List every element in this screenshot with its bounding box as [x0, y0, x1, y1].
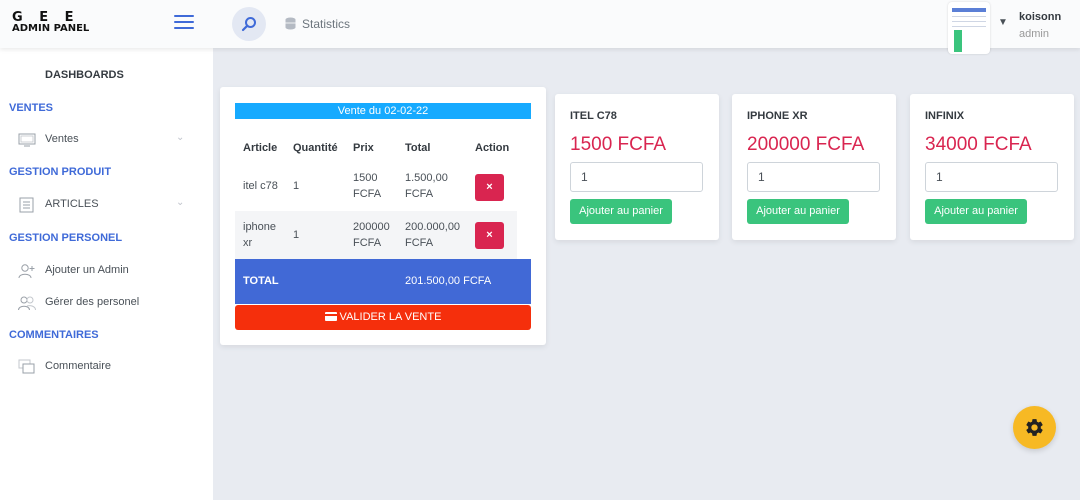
hamburger-bar	[174, 15, 194, 17]
table-header: Article Quantité Prix Total Action	[235, 132, 517, 162]
avatar-thumbnail-line	[952, 21, 986, 22]
cell-quantite: 1	[293, 180, 300, 192]
sidebar-item-label: Ventes	[45, 133, 79, 145]
cell-prix-unit: FCFA	[353, 188, 382, 200]
chevron-down-icon: ⌄	[176, 197, 185, 208]
delete-row-button[interactable]: ×	[475, 174, 504, 201]
add-to-cart-button[interactable]: Ajouter au panier	[747, 199, 849, 224]
avatar[interactable]	[948, 2, 990, 54]
sidebar: DASHBOARDS VENTES Ventes ⌄ GESTION PRODU…	[0, 48, 213, 500]
cell-total-unit: FCFA	[405, 237, 434, 249]
product-card-infinix: INFINIX 34000 FCFA Ajouter au panier	[910, 94, 1074, 240]
product-card-itel-c78: ITEL C78 1500 FCFA Ajouter au panier	[555, 94, 719, 240]
monitor-icon	[18, 133, 36, 147]
cell-article: iphone	[243, 221, 277, 233]
user-name: koisonn	[1019, 11, 1062, 23]
column-header-article: Article	[243, 142, 278, 154]
cell-article-line-2: xr	[243, 237, 253, 249]
sidebar-section-ventes: VENTES	[9, 102, 54, 114]
sidebar-item-label: Gérer des personel	[45, 296, 140, 308]
product-price: 200000 FCFA	[747, 134, 865, 155]
app-logo[interactable]: G E E ADMIN PANEL	[12, 10, 102, 34]
settings-button[interactable]	[1013, 406, 1056, 449]
quantity-input[interactable]	[925, 162, 1058, 192]
cell-prix: 1500	[353, 172, 378, 184]
sidebar-section-commentaires: COMMENTAIRES	[9, 329, 99, 341]
product-card-iphone-xr: IPHONE XR 200000 FCFA Ajouter au panier	[732, 94, 896, 240]
quantity-input[interactable]	[570, 162, 703, 192]
user-role: admin	[1019, 28, 1049, 40]
avatar-thumbnail-line	[952, 26, 986, 27]
sidebar-item-ventes[interactable]: Ventes ⌄	[0, 127, 213, 153]
users-icon	[18, 296, 36, 311]
sidebar-item-articles[interactable]: ARTICLES ⌄	[0, 192, 213, 218]
cart-panel: Vente du 02-02-22 Article Quantité Prix …	[220, 87, 546, 345]
product-name: INFINIX	[925, 110, 965, 122]
sidebar-item-label: Commentaire	[45, 360, 112, 372]
logo-line-1: G E E	[12, 10, 80, 25]
column-header-total: Total	[405, 142, 431, 154]
add-to-cart-button[interactable]: Ajouter au panier	[925, 199, 1027, 224]
database-icon	[285, 17, 296, 30]
chevron-down-icon: ⌄	[176, 132, 185, 143]
sidebar-item-commentaire[interactable]: Commentaire	[0, 354, 213, 380]
delete-row-button[interactable]: ×	[475, 222, 504, 249]
search-button[interactable]	[232, 7, 266, 41]
total-label: TOTAL	[243, 275, 279, 287]
column-header-quantite: Quantité	[293, 142, 338, 154]
sidebar-dashboards-heading[interactable]: DASHBOARDS	[45, 69, 124, 81]
quantity-input[interactable]	[747, 162, 880, 192]
total-row: TOTAL 201.500,00 FCFA	[235, 259, 531, 304]
column-header-action: Action	[475, 142, 510, 154]
sidebar-section-gestion-produit: GESTION PRODUIT	[9, 166, 112, 178]
cell-prix-unit: FCFA	[353, 237, 382, 249]
statistics-link[interactable]: Statistics	[285, 17, 350, 31]
sidebar-item-label: ARTICLES	[45, 198, 99, 210]
product-name: ITEL C78	[570, 110, 617, 122]
product-price: 34000 FCFA	[925, 134, 1032, 155]
hamburger-bar	[174, 21, 194, 23]
gear-icon	[1026, 419, 1043, 436]
top-header: G E E ADMIN PANEL Statistics ▼ koisonn a…	[0, 0, 1080, 54]
cart-title: Vente du 02-02-22	[235, 103, 531, 119]
table-row: itel c78 1 1500 FCFA 1.500,00 FCFA ×	[235, 162, 517, 210]
credit-card-icon	[324, 312, 337, 321]
avatar-thumbnail-block	[954, 30, 962, 52]
list-icon	[19, 197, 34, 213]
logo-line-2: ADMIN PANEL	[12, 23, 90, 34]
chevron-down-icon[interactable]: ▼	[998, 17, 1008, 28]
search-icon	[241, 17, 256, 32]
add-to-cart-button[interactable]: Ajouter au panier	[570, 199, 672, 224]
hamburger-bar	[174, 27, 194, 29]
cell-total-unit: FCFA	[405, 188, 434, 200]
product-name: IPHONE XR	[747, 110, 808, 122]
sidebar-item-gerer-personel[interactable]: Gérer des personel	[0, 290, 213, 316]
add-user-icon	[18, 264, 35, 279]
cell-total: 200.000,00	[405, 221, 461, 233]
menu-toggle-button[interactable]	[174, 15, 194, 31]
cell-quantite: 1	[293, 229, 300, 241]
sidebar-section-gestion-personel: GESTION PERSONEL	[9, 232, 123, 244]
sidebar-item-label: Ajouter un Admin	[45, 264, 129, 276]
total-value: 201.500,00 FCFA	[405, 275, 492, 287]
validate-sale-label: VALIDER LA VENTE	[339, 311, 442, 323]
cell-article: itel c78	[243, 180, 278, 192]
avatar-thumbnail-bar	[952, 8, 986, 12]
validate-sale-button[interactable]: VALIDER LA VENTE	[235, 305, 531, 330]
cell-total: 1.500,00	[405, 172, 448, 184]
comment-icon	[18, 359, 35, 374]
statistics-label: Statistics	[302, 17, 351, 31]
column-header-prix: Prix	[353, 142, 374, 154]
avatar-thumbnail-line	[952, 16, 986, 17]
sidebar-item-ajouter-admin[interactable]: Ajouter un Admin	[0, 258, 213, 284]
product-price: 1500 FCFA	[570, 134, 667, 155]
cell-prix: 200000	[353, 221, 390, 233]
table-row: iphone xr 1 200000 FCFA 200.000,00 FCFA …	[235, 211, 517, 259]
